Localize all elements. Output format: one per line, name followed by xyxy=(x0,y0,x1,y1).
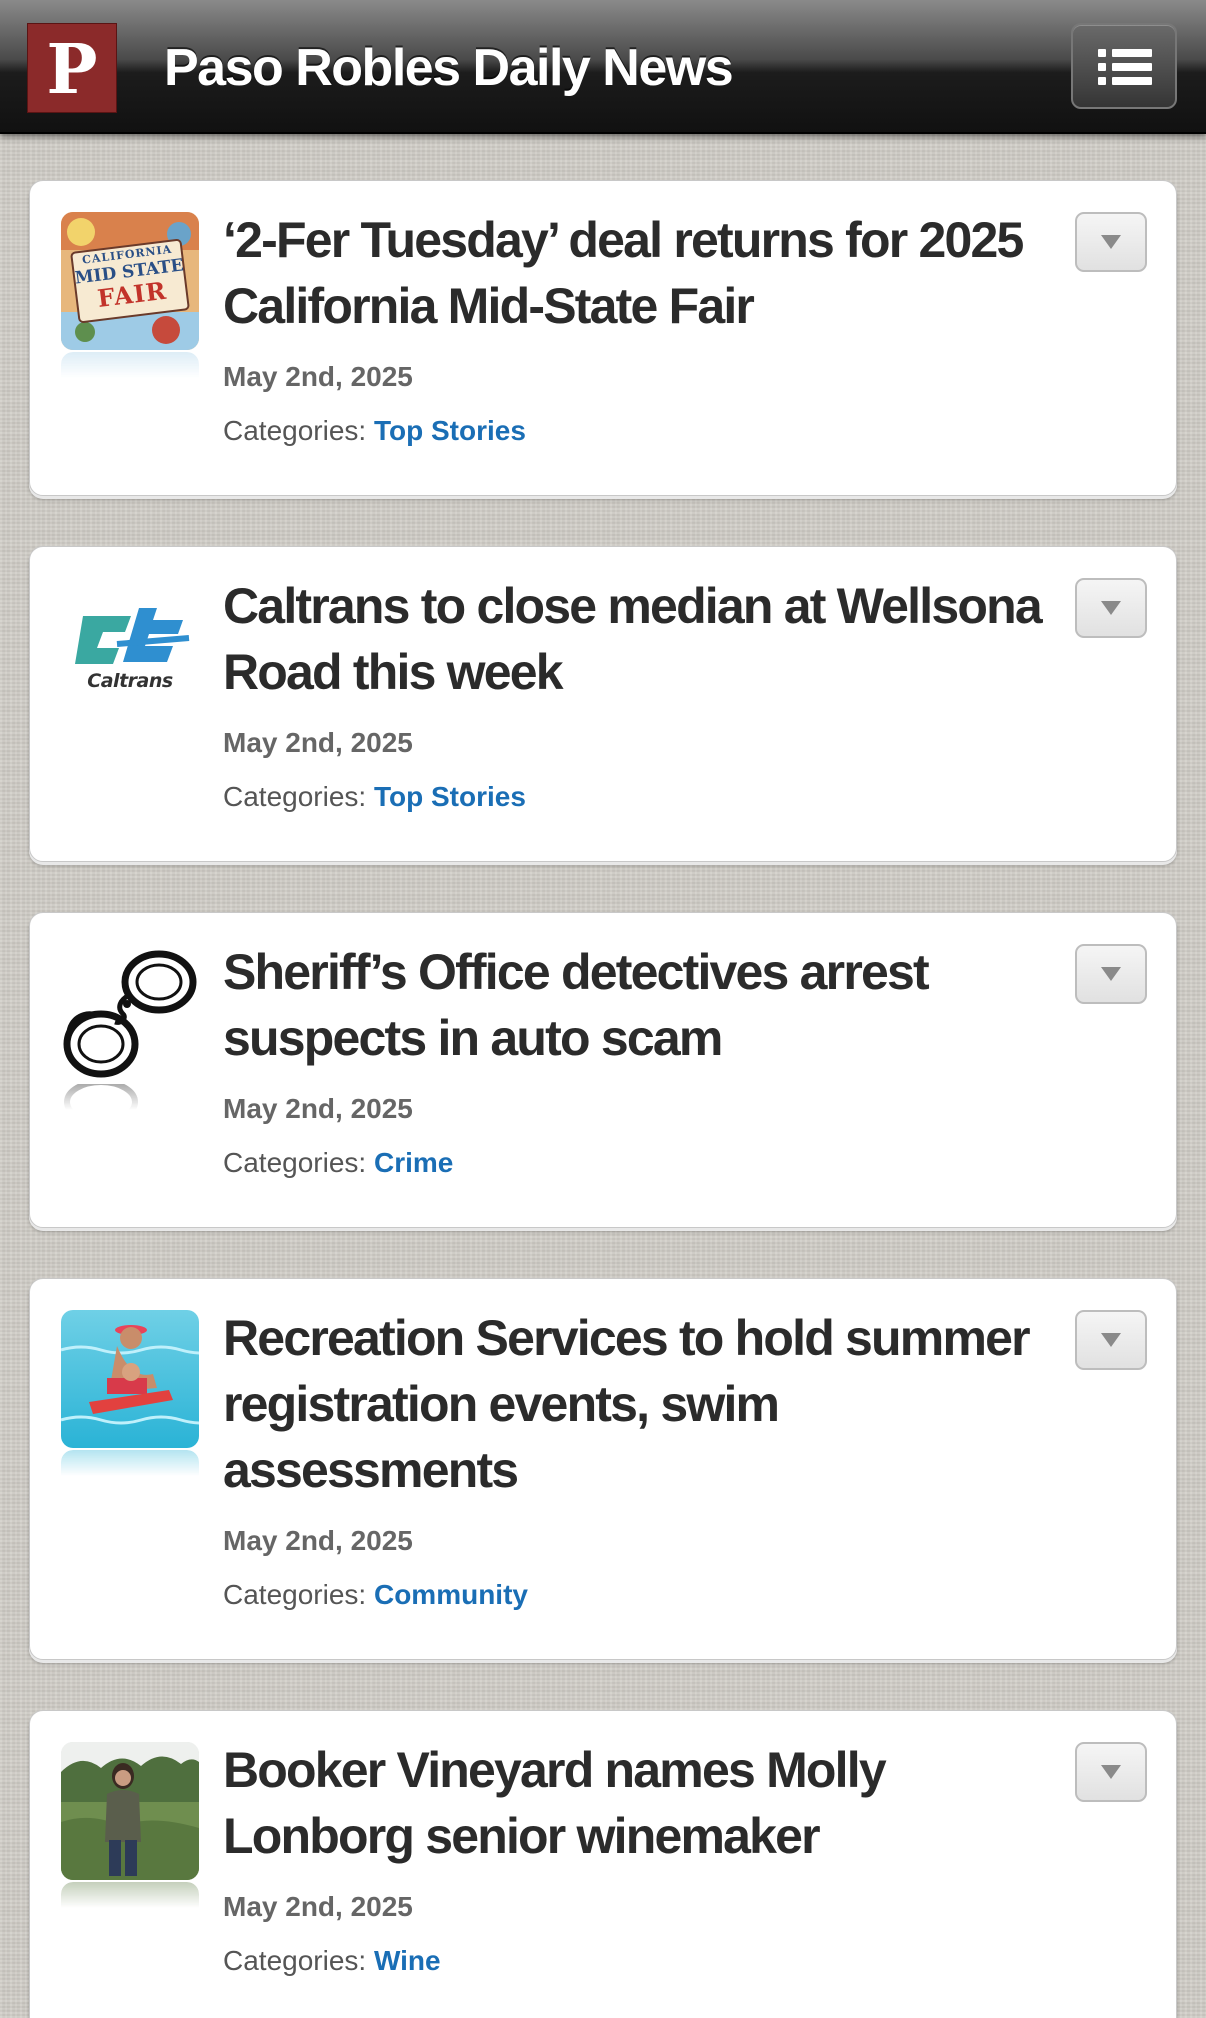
triangle-down-icon xyxy=(1101,601,1121,615)
article-categories: Categories: Top Stories xyxy=(223,781,526,813)
thumbnail-reflection xyxy=(61,718,199,744)
thumbnail-reflection xyxy=(61,352,199,378)
article-date: May 2nd, 2025 xyxy=(223,1093,413,1124)
site-logo[interactable]: P xyxy=(27,23,117,113)
expand-dropdown-button[interactable] xyxy=(1075,1310,1147,1370)
article-title[interactable]: ‘2-Fer Tuesday’ deal returns for 2025 Ca… xyxy=(223,207,1053,339)
expand-dropdown-button[interactable] xyxy=(1075,944,1147,1004)
thumbnail-reflection xyxy=(61,1882,199,1908)
caltrans-logo-image[interactable]: Caltrans xyxy=(61,578,199,716)
categories-label: Categories: xyxy=(223,1945,367,1976)
expand-dropdown-button[interactable] xyxy=(1075,212,1147,272)
article-categories: Categories: Top Stories xyxy=(223,415,526,447)
article-categories: Categories: Crime xyxy=(223,1147,453,1179)
winemaker-in-vineyard-photo[interactable] xyxy=(61,1742,199,1880)
article-card[interactable]: Sheriff’s Office detectives arrest suspe… xyxy=(29,912,1177,1228)
article-card[interactable]: Recreation Services to hold summer regis… xyxy=(29,1278,1177,1660)
menu-button[interactable] xyxy=(1071,23,1177,109)
category-link[interactable]: Community xyxy=(374,1579,528,1610)
categories-label: Categories: xyxy=(223,415,367,446)
article-card[interactable]: CALIFORNIA MID STATE FAIR ‘2-Fer Tuesday… xyxy=(29,180,1177,496)
california-mid-state-fair-logo-image[interactable]: CALIFORNIA MID STATE FAIR xyxy=(61,212,199,350)
caltrans-wordmark: Caltrans xyxy=(87,670,173,692)
categories-label: Categories: xyxy=(223,781,367,812)
article-categories: Categories: Wine xyxy=(223,1945,441,1977)
article-date: May 2nd, 2025 xyxy=(223,1891,413,1922)
categories-label: Categories: xyxy=(223,1579,367,1610)
categories-label: Categories: xyxy=(223,1147,367,1178)
swimming-lesson-photo[interactable] xyxy=(61,1310,199,1448)
article-date: May 2nd, 2025 xyxy=(223,727,413,758)
article-categories: Categories: Community xyxy=(223,1579,528,1611)
category-link[interactable]: Wine xyxy=(374,1945,441,1976)
triangle-down-icon xyxy=(1101,1765,1121,1779)
article-card[interactable]: Caltrans Caltrans to close median at Wel… xyxy=(29,546,1177,862)
thumbnail-reflection xyxy=(61,1450,199,1476)
expand-dropdown-button[interactable] xyxy=(1075,1742,1147,1802)
article-title[interactable]: Recreation Services to hold summer regis… xyxy=(223,1305,1053,1503)
triangle-down-icon xyxy=(1101,967,1121,981)
triangle-down-icon xyxy=(1101,235,1121,249)
article-date: May 2nd, 2025 xyxy=(223,1525,413,1556)
article-title[interactable]: Booker Vineyard names Molly Lonborg seni… xyxy=(223,1737,1053,1869)
thumbnail-reflection xyxy=(61,1084,199,1110)
category-link[interactable]: Top Stories xyxy=(374,415,526,446)
site-title[interactable]: Paso Robles Daily News xyxy=(164,36,734,100)
article-title[interactable]: Caltrans to close median at Wellsona Roa… xyxy=(223,573,1053,705)
article-card[interactable]: Booker Vineyard names Molly Lonborg seni… xyxy=(29,1710,1177,2018)
category-link[interactable]: Crime xyxy=(374,1147,453,1178)
article-date: May 2nd, 2025 xyxy=(223,361,413,392)
handcuffs-image[interactable] xyxy=(61,944,199,1082)
triangle-down-icon xyxy=(1101,1333,1121,1347)
article-title[interactable]: Sheriff’s Office detectives arrest suspe… xyxy=(223,939,1053,1071)
category-link[interactable]: Top Stories xyxy=(374,781,526,812)
logo-letter: P xyxy=(46,30,98,110)
expand-dropdown-button[interactable] xyxy=(1075,578,1147,638)
site-header: P Paso Robles Daily News xyxy=(0,0,1206,134)
